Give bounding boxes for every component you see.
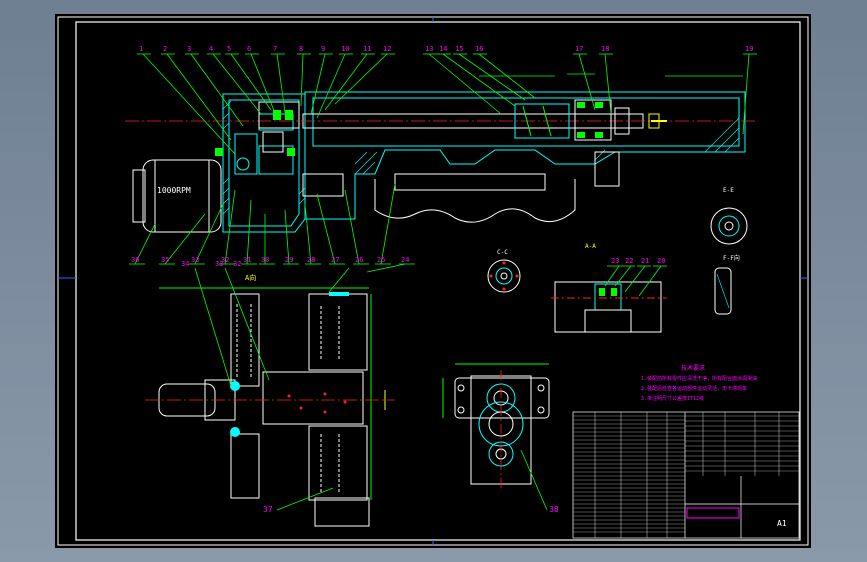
technical-notes: 技术要求 1.装配前所有零件应清洗干净，所有配合面涂润滑油 2.装配后检查各运动… — [641, 364, 757, 402]
part-number-top-4: 4 — [209, 45, 213, 53]
part-number-top-14: 14 — [439, 45, 447, 53]
section-cc — [487, 259, 521, 293]
part-number-bottom-31: 31 — [243, 256, 251, 264]
plan-number-33: 33 — [215, 260, 223, 268]
part-number-top-3: 3 — [187, 45, 191, 53]
detail-number-20: 20 — [657, 257, 665, 265]
part-number-bottom-36: 36 — [131, 256, 139, 264]
note-1: 1.装配前所有零件应清洗干净，所有配合面涂润滑油 — [641, 375, 757, 382]
part-numbers-top: 1 2 3 4 5 6 7 8 9 10 11 12 13 14 15 16 17 18 19 — [139, 45, 753, 53]
detail-number-23: 23 — [611, 257, 619, 265]
section-aa-label: A-A — [585, 243, 596, 250]
parts-list — [573, 412, 799, 538]
part-number-bottom-25: 25 — [377, 256, 385, 264]
part-number-top-17: 17 — [575, 45, 583, 53]
note-2: 2.装配后检查各运动部件运动灵活，无卡滞现象 — [641, 385, 747, 392]
part-number-top-6: 6 — [247, 45, 251, 53]
detail-numbers: 23 22 21 20 — [607, 257, 667, 267]
part-number-top-11: 11 — [363, 45, 371, 53]
section-ee — [710, 207, 748, 245]
detail-number-21: 21 — [641, 257, 649, 265]
part-number-top-12: 12 — [383, 45, 391, 53]
part-number-top-5: 5 — [227, 45, 231, 53]
motor-label: 1000RPM — [157, 186, 191, 195]
part-number-bottom-35: 35 — [161, 256, 169, 264]
note-3: 3.未注明尺寸公差按IT12级 — [641, 395, 704, 402]
section-aa-detail — [551, 281, 667, 333]
part-number-top-9: 9 — [321, 45, 325, 53]
part-number-top-15: 15 — [455, 45, 463, 53]
part-number-top-16: 16 — [475, 45, 483, 53]
main-section-view: 1000RPM — [125, 73, 755, 233]
plan-view — [158, 287, 386, 527]
outer-frame — [57, 16, 809, 546]
plan-a-view-label: A向 — [245, 273, 256, 282]
part-number-top-19: 19 — [745, 45, 753, 53]
part-number-top-7: 7 — [273, 45, 277, 53]
notes-title: 技术要求 — [681, 364, 705, 372]
cad-viewport[interactable]: 1000RPM 1 2 3 4 5 6 7 8 9 10 11 12 13 14… — [0, 0, 867, 562]
plan-number-34: 34 — [181, 260, 189, 268]
section-cc-label: C-C — [497, 249, 508, 256]
plan-number-32: 32 — [233, 260, 241, 268]
screw-housing-tube — [304, 91, 746, 220]
part-number-bottom-27: 27 — [331, 256, 339, 264]
drawing-sheet: 1000RPM 1 2 3 4 5 6 7 8 9 10 11 12 13 14… — [55, 14, 811, 548]
plan-label-37: 37 — [263, 505, 273, 514]
part-leaders-top — [137, 53, 757, 155]
part-numbers-bottom: 36 35 33 32 31 30 29 28 27 26 25 2434 33 32 — [131, 256, 409, 268]
section-ee-label: E-E — [723, 187, 734, 194]
part-number-top-18: 18 — [601, 45, 609, 53]
part-number-top-8: 8 — [299, 45, 303, 53]
part-number-top-13: 13 — [425, 45, 433, 53]
part-number-bottom-33: 33 — [191, 256, 199, 264]
part-leaders-bottom — [129, 183, 415, 273]
assembly-drawing: 1000RPM 1 2 3 4 5 6 7 8 9 10 11 12 13 14… — [57, 16, 809, 546]
part-number-bottom-30: 30 — [261, 256, 269, 264]
detail-number-22: 22 — [625, 257, 633, 265]
part-number-top-10: 10 — [341, 45, 349, 53]
title-block-name: A1 — [777, 519, 787, 528]
part-number-bottom-26: 26 — [355, 256, 363, 264]
part-number-bottom-28: 28 — [307, 256, 315, 264]
part-number-top-2: 2 — [163, 45, 167, 53]
section-ff-label: F-F向 — [723, 254, 740, 262]
front-view-label-38: 38 — [549, 505, 559, 514]
part-number-bottom-29: 29 — [285, 256, 293, 264]
front-view — [442, 363, 550, 485]
part-number-top-1: 1 — [139, 45, 143, 53]
part-number-bottom-24: 24 — [401, 256, 409, 264]
